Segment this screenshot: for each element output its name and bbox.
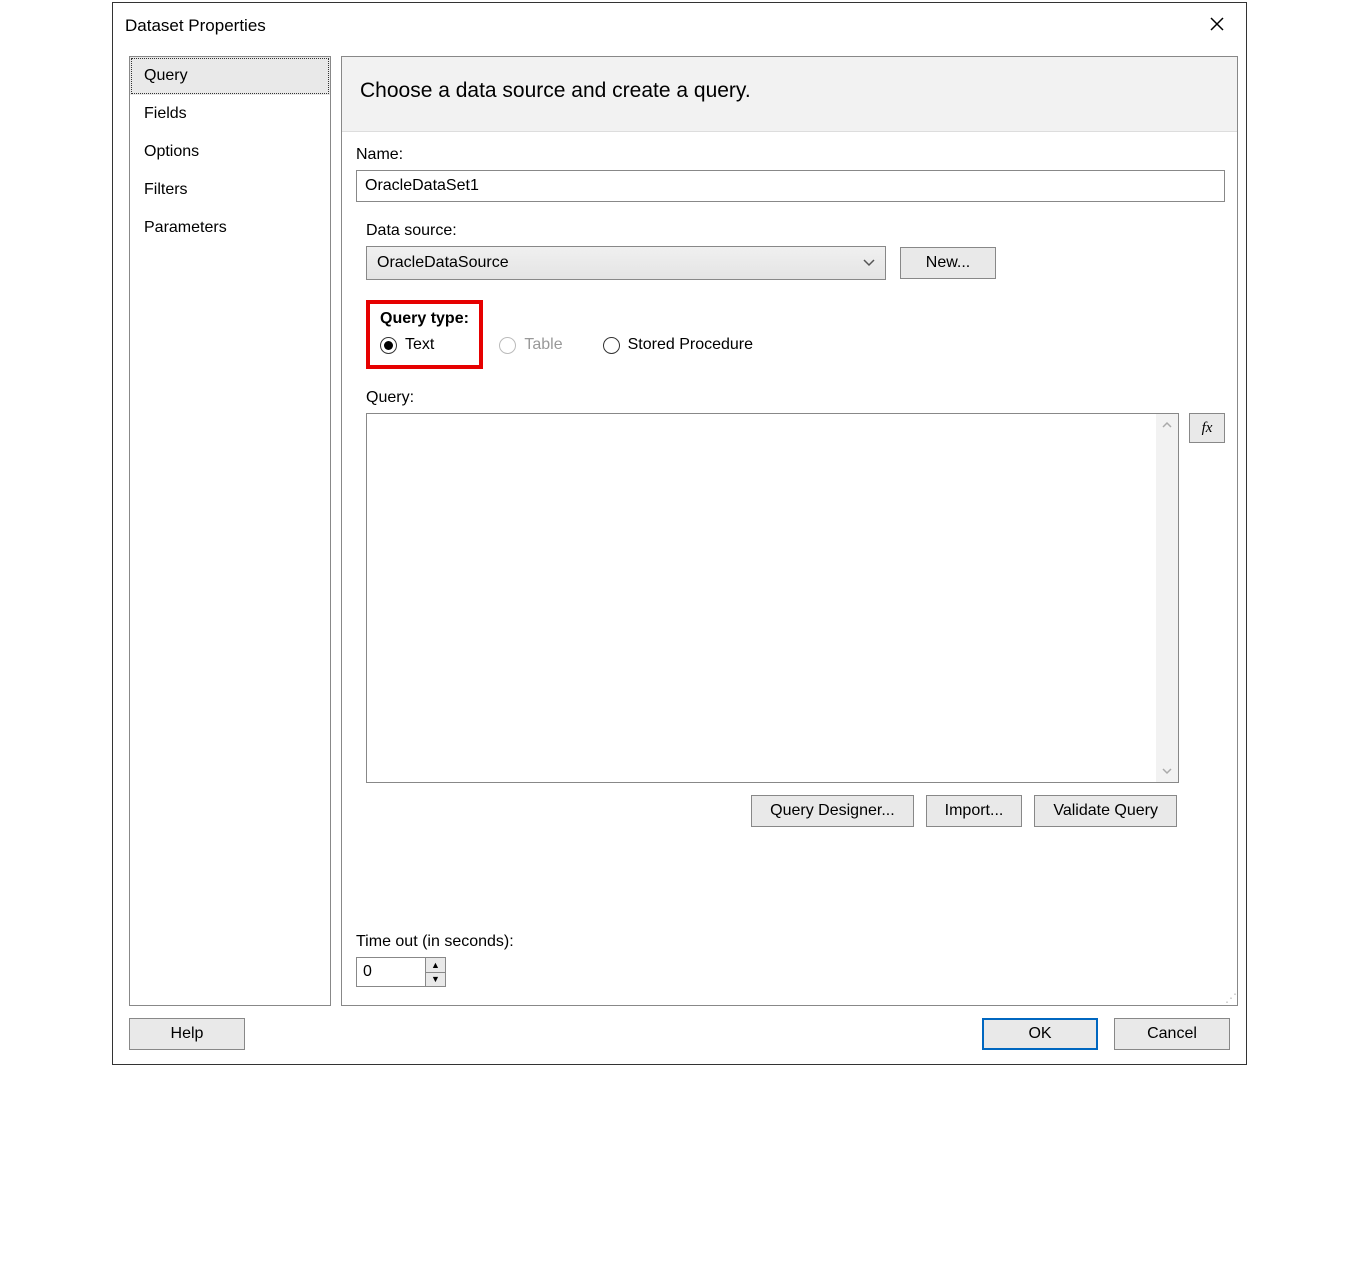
nav-item-query[interactable]: Query [130,57,330,95]
radio-circle-icon [499,337,516,354]
radio-table-label: Table [524,336,562,354]
datasource-selected: OracleDataSource [377,254,509,272]
new-datasource-button[interactable]: New... [900,247,996,279]
import-button[interactable]: Import... [926,795,1023,827]
name-label: Name: [356,146,1225,164]
query-section: Query: [366,389,1225,914]
querytype-label: Query type: [380,310,469,328]
close-icon[interactable] [1200,11,1234,40]
timeout-spinner[interactable]: ▲ ▼ [356,957,446,987]
radio-circle-icon [380,337,397,354]
expression-button[interactable]: fx [1189,413,1225,443]
radio-stored-procedure[interactable]: Stored Procedure [603,336,753,354]
main-panel: Choose a data source and create a query.… [341,56,1238,1006]
validate-query-button[interactable]: Validate Query [1034,795,1177,827]
resize-grip-icon[interactable]: ⋰ [1225,991,1235,1005]
nav-item-options[interactable]: Options [130,133,330,171]
chevron-down-icon [863,256,875,270]
datasource-section: Data source: OracleDataSource New... [366,222,1225,280]
spinner-up-icon[interactable]: ▲ [426,958,445,973]
scrollbar[interactable] [1156,414,1178,782]
timeout-section: Time out (in seconds): ▲ ▼ [356,933,1225,987]
nav-panel: Query Fields Options Filters Parameters [129,56,331,1006]
spinner-down-icon[interactable]: ▼ [426,973,445,987]
ok-button[interactable]: OK [982,1018,1098,1050]
scroll-down-icon[interactable] [1162,764,1172,778]
query-label: Query: [366,389,1225,407]
page-header: Choose a data source and create a query. [342,57,1237,132]
datasource-label: Data source: [366,222,1225,240]
radio-table: Table [499,336,562,354]
querytype-section: Query type: Text Table Sto [366,300,1225,369]
dialog-title: Dataset Properties [125,16,266,36]
query-designer-button[interactable]: Query Designer... [751,795,914,827]
name-input[interactable] [356,170,1225,202]
timeout-label: Time out (in seconds): [356,933,1225,951]
nav-item-fields[interactable]: Fields [130,95,330,133]
dataset-properties-dialog: Dataset Properties Query Fields Options … [112,2,1247,1065]
radio-stored-label: Stored Procedure [628,336,753,354]
dialog-footer: Help OK Cancel [113,1006,1246,1064]
timeout-input[interactable] [357,958,425,986]
help-button[interactable]: Help [129,1018,245,1050]
query-textarea-wrap [366,413,1179,783]
titlebar: Dataset Properties [113,3,1246,48]
radio-text[interactable]: Text [380,336,434,354]
radio-text-label: Text [405,336,434,354]
scroll-up-icon[interactable] [1162,418,1172,432]
main-content: Name: Data source: OracleDataSource New.… [342,132,1237,1001]
querytype-highlight: Query type: Text [366,300,483,369]
radio-circle-icon [603,337,620,354]
datasource-select[interactable]: OracleDataSource [366,246,886,280]
nav-item-parameters[interactable]: Parameters [130,209,330,247]
nav-item-filters[interactable]: Filters [130,171,330,209]
dialog-body: Query Fields Options Filters Parameters … [113,48,1246,1006]
cancel-button[interactable]: Cancel [1114,1018,1230,1050]
query-textarea[interactable] [367,414,1156,782]
